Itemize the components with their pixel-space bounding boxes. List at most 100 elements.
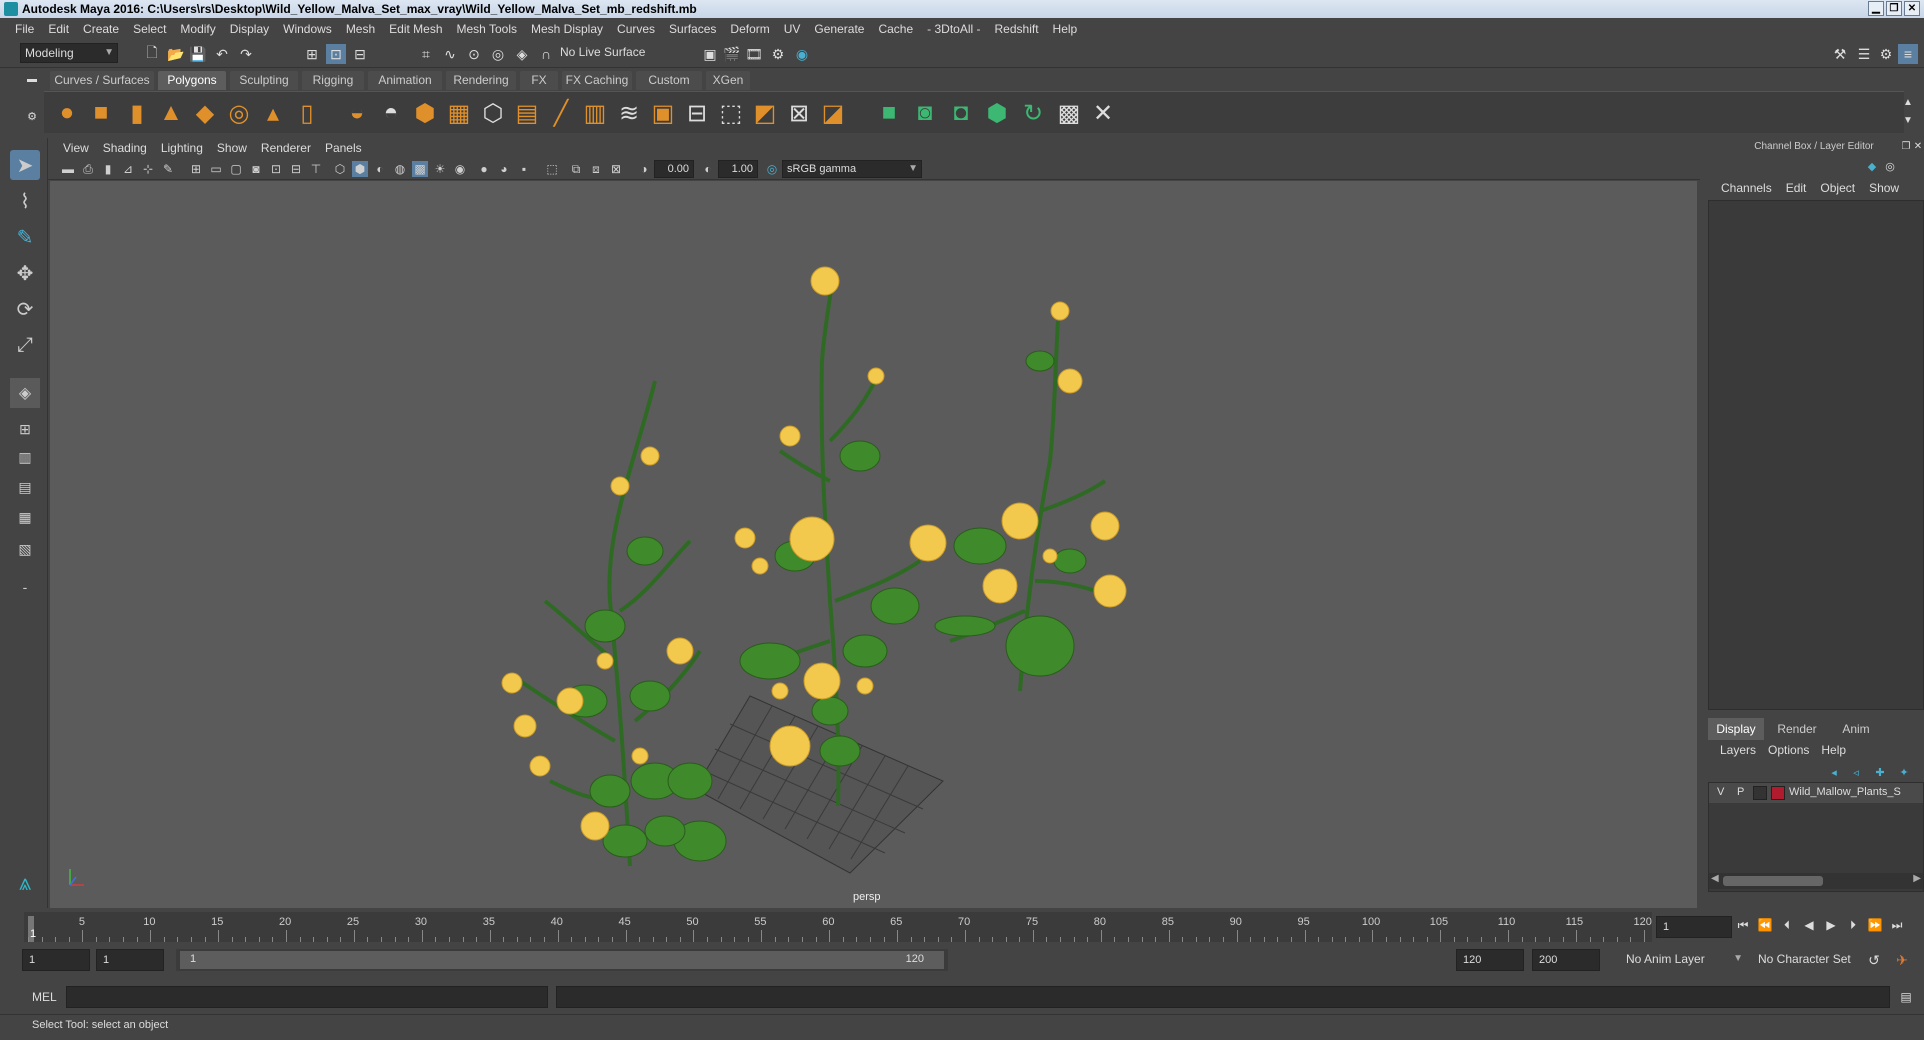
menu-edit-mesh[interactable]: Edit Mesh xyxy=(382,22,449,36)
menu-cb-edit[interactable]: Edit xyxy=(1779,181,1814,195)
shelf-gear-icon[interactable]: ⚙ xyxy=(22,106,42,126)
menu-mesh-tools[interactable]: Mesh Tools xyxy=(450,22,524,36)
layer-playback-toggle[interactable]: P xyxy=(1737,786,1744,798)
wireframe-on-shaded-icon[interactable]: ◐ xyxy=(372,161,388,177)
mel-label[interactable]: MEL xyxy=(32,990,57,1004)
shelf-menu-icon[interactable]: ▬ xyxy=(22,69,42,89)
tab-curves-surfaces[interactable]: Curves / Surfaces xyxy=(50,71,154,90)
layer-visibility-toggle[interactable]: V xyxy=(1717,786,1724,798)
separate-icon[interactable]: ◓ xyxy=(376,98,406,128)
step-forward-frame-icon[interactable]: ⏵ xyxy=(1844,918,1862,934)
range-handle[interactable]: 1 120 xyxy=(180,951,944,969)
playback-start-field[interactable]: 1 xyxy=(96,949,164,971)
menu-help[interactable]: Help xyxy=(1046,22,1085,36)
poly-plane-icon[interactable]: ◆ xyxy=(190,98,220,128)
playback-end-field[interactable]: 120 xyxy=(1456,949,1524,971)
menu-file[interactable]: File xyxy=(8,22,41,36)
xray-joints-icon[interactable]: ⧉ xyxy=(568,161,584,177)
layout-more-icon[interactable]: - xyxy=(10,572,40,602)
tab-display[interactable]: Display xyxy=(1708,718,1764,740)
poly-cube-icon[interactable]: ■ xyxy=(86,98,116,128)
hypershade-layout-icon[interactable]: ▦ xyxy=(10,502,40,532)
grease-pencil-icon[interactable]: ✎ xyxy=(160,161,176,177)
step-back-key-icon[interactable]: ⏪ xyxy=(1756,918,1774,934)
channel-box-settings-icon[interactable]: ◎ xyxy=(1880,156,1900,176)
gamma-icon[interactable]: ◐ xyxy=(700,161,716,177)
save-scene-icon[interactable]: 💾 xyxy=(188,44,208,64)
undo-icon[interactable]: ↶ xyxy=(212,44,232,64)
tab-polygons[interactable]: Polygons xyxy=(158,71,226,90)
append-icon[interactable]: ≋ xyxy=(614,98,644,128)
film-gate-icon[interactable]: ▭ xyxy=(208,161,224,177)
live-surface-field[interactable]: No Live Surface xyxy=(556,43,660,63)
move-layer-up-icon[interactable]: ◂ xyxy=(1824,762,1844,782)
shelf-scroll-down-icon[interactable]: ▼ xyxy=(1898,110,1918,130)
xray-icon[interactable]: ◍ xyxy=(392,161,408,177)
extract-icon[interactable]: ▦ xyxy=(444,98,474,128)
redo-icon[interactable]: ↷ xyxy=(236,44,256,64)
shelf-scroll-up-icon[interactable]: ▲ xyxy=(1898,92,1918,112)
bevel-icon[interactable]: ▣ xyxy=(648,98,678,128)
channel-box-options-icon[interactable]: ◆ xyxy=(1862,156,1882,176)
shadows-icon[interactable]: ◉ xyxy=(452,161,468,177)
menu-deform[interactable]: Deform xyxy=(723,22,776,36)
menu-object[interactable]: Object xyxy=(1813,181,1862,195)
color-space-select[interactable]: sRGB gamma ▼ xyxy=(782,160,922,178)
xray-active-icon[interactable]: ⧈ xyxy=(588,161,604,177)
current-frame-field[interactable]: 1 xyxy=(1656,916,1732,938)
modeling-toolkit-icon[interactable]: ⚒ xyxy=(1830,44,1850,64)
mirror-icon[interactable]: ▤ xyxy=(512,98,542,128)
display-layer-row[interactable]: V P Wild_Mallow_Plants_S xyxy=(1709,783,1923,803)
render-frame-icon[interactable]: 🎬 xyxy=(722,44,742,64)
menu-windows[interactable]: Windows xyxy=(276,22,339,36)
camera-select-icon[interactable]: ▬ xyxy=(60,161,76,177)
animation-end-field[interactable]: 200 xyxy=(1532,949,1600,971)
new-layer-icon[interactable]: ✚ xyxy=(1870,762,1890,782)
vp-menu-renderer[interactable]: Renderer xyxy=(254,141,318,155)
smooth-icon[interactable]: ⬢ xyxy=(410,98,440,128)
lasso-tool-icon[interactable]: ⌇ xyxy=(10,186,40,216)
wireframe-icon[interactable]: ⬡ xyxy=(332,161,348,177)
bridge-icon[interactable]: ▥ xyxy=(580,98,610,128)
character-set-select[interactable]: No Character Set xyxy=(1754,949,1878,971)
perspective-viewport[interactable]: persp xyxy=(50,181,1697,908)
menu-layers[interactable]: Layers xyxy=(1714,743,1762,757)
attribute-editor-icon[interactable]: ☰ xyxy=(1854,44,1874,64)
bookmark-icon[interactable]: ▮ xyxy=(100,161,116,177)
tool-settings-icon[interactable]: ⚙ xyxy=(1876,44,1896,64)
animation-start-field[interactable]: 1 xyxy=(22,949,90,971)
menu-channels[interactable]: Channels xyxy=(1714,181,1779,195)
restore-icon[interactable]: ❐ xyxy=(1886,1,1902,16)
menu-mesh-display[interactable]: Mesh Display xyxy=(524,22,610,36)
go-to-start-icon[interactable]: ⏮ xyxy=(1734,918,1752,934)
scroll-left-icon[interactable]: ◀ xyxy=(1711,873,1719,884)
move-tool-icon[interactable]: ✥ xyxy=(10,258,40,288)
gate-mask-icon[interactable]: ◙ xyxy=(248,161,264,177)
select-tool-icon[interactable]: ➤ xyxy=(10,150,40,180)
hud-icon[interactable]: ⊠ xyxy=(608,161,624,177)
channel-box-icon[interactable]: ≡ xyxy=(1898,44,1918,64)
multi-cut-icon[interactable]: ⬚ xyxy=(716,98,746,128)
render-settings-icon[interactable]: ⚙ xyxy=(768,44,788,64)
snap-curve-icon[interactable]: ∿ xyxy=(440,44,460,64)
select-component-icon[interactable]: ⊟ xyxy=(350,44,370,64)
paint-select-icon[interactable]: ✎ xyxy=(10,222,40,252)
range-bar[interactable]: 1 120 xyxy=(176,949,948,971)
magnet-icon[interactable]: ∩ xyxy=(536,44,556,64)
quad-draw-icon[interactable]: ⊠ xyxy=(784,98,814,128)
close-icon[interactable]: ✕ xyxy=(1904,1,1920,16)
script-editor-icon[interactable]: ▤ xyxy=(1896,987,1916,1007)
safe-title-icon[interactable]: ⊤ xyxy=(308,161,324,177)
textured-icon[interactable]: ▩ xyxy=(412,161,428,177)
menu-curves[interactable]: Curves xyxy=(610,22,662,36)
step-forward-key-icon[interactable]: ⏩ xyxy=(1866,918,1884,934)
tab-fx-caching[interactable]: FX Caching xyxy=(562,71,632,90)
layer-reference-toggle[interactable] xyxy=(1753,786,1767,800)
vp-menu-panels[interactable]: Panels xyxy=(318,141,369,155)
auto-key-icon[interactable]: ↺ xyxy=(1864,950,1884,970)
new-layer-selected-icon[interactable]: ✦ xyxy=(1894,762,1914,782)
exposure-icon[interactable]: ◑ xyxy=(636,161,652,177)
tab-rigging[interactable]: Rigging xyxy=(302,71,364,90)
menu-redshift[interactable]: Redshift xyxy=(988,22,1046,36)
smooth-shade-icon[interactable]: ⬢ xyxy=(352,161,368,177)
